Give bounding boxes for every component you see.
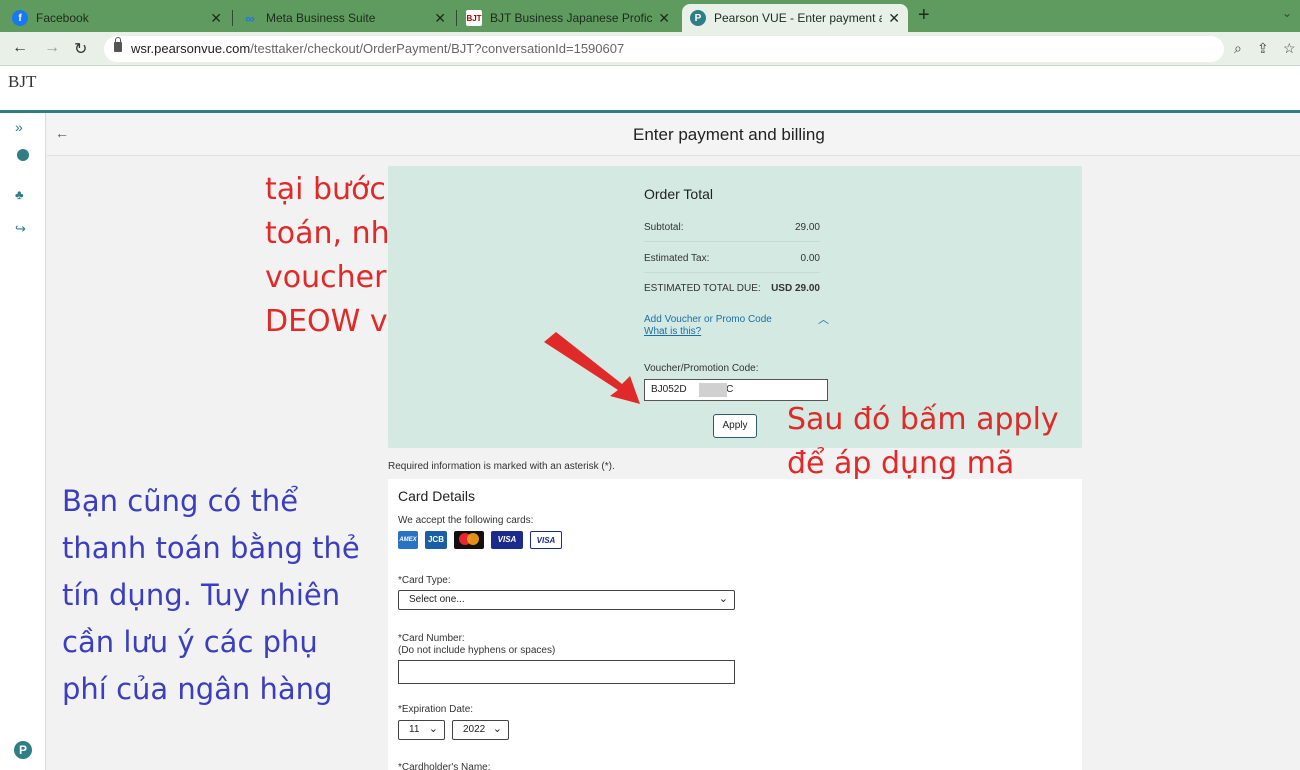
visa-debit-icon: VISA [530,531,562,549]
close-icon[interactable]: ✕ [210,10,222,27]
page-title: Enter payment and billing [633,125,825,144]
total-row: ESTIMATED TOTAL DUE: USD 29.00 [644,283,820,294]
tab-facebook[interactable]: f Facebook ✕ [4,4,230,32]
chevron-down-icon: ⌄ [428,723,438,735]
required-note: Required information is marked with an a… [388,461,615,472]
lock-icon [114,37,122,52]
red-arrow-icon [544,332,640,404]
pearson-logo-icon[interactable]: P [14,741,32,759]
pearson-icon: P [690,10,706,26]
tab-label: Pearson VUE - Enter payment and [714,11,883,25]
close-icon[interactable]: ✕ [658,10,670,27]
left-nav: » ♣ ↪ P [0,113,46,770]
add-voucher-link[interactable]: Add Voucher or Promo Code [644,314,772,325]
card-number-label: *Card Number: [398,633,465,644]
expiration-month-select[interactable]: 11 ⌄ [398,720,445,740]
mastercard-icon [454,531,484,549]
tab-pearson-vue[interactable]: P Pearson VUE - Enter payment and ✕ [682,4,908,32]
url-text: wsr.pearsonvue.com/testtaker/checkout/Or… [131,41,625,56]
zoom-icon[interactable]: ⌕ [1234,40,1242,57]
cardholder-name-label: *Cardholder's Name: [398,762,491,770]
chevron-up-icon[interactable]: ︿ [818,311,829,327]
user-icon[interactable] [17,149,29,161]
expiration-year-select[interactable]: 2022 ⌄ [452,720,509,740]
card-type-select[interactable]: Select one... ⌄ [398,590,735,610]
site-header: BJT [0,66,1300,113]
url-input[interactable]: wsr.pearsonvue.com/testtaker/checkout/Or… [104,36,1224,62]
meta-icon: ∞ [245,10,255,26]
page-title-bar: ← Enter payment and billing [47,113,1300,156]
bjt-favicon: BJT [466,10,482,26]
card-number-input[interactable] [398,660,735,684]
chevron-down-icon: ⌄ [492,723,502,735]
address-bar: ← → ↻ wsr.pearsonvue.com/testtaker/check… [0,32,1300,66]
visa-icon: VISA [491,531,523,549]
browser-tab-strip: f Facebook ✕ ∞ Meta Business Suite ✕ BJT… [0,0,1300,32]
sign-out-icon[interactable]: ↪ [15,221,26,237]
expiration-label: *Expiration Date: [398,704,474,715]
facebook-icon: f [12,10,28,26]
back-arrow-icon[interactable]: ← [12,39,28,57]
bookmark-star-icon[interactable]: ☆ [1283,40,1296,57]
back-arrow-icon[interactable]: ← [55,125,69,141]
close-icon[interactable]: ✕ [888,10,900,27]
card-details-panel: Card Details We accept the following car… [388,479,1082,770]
apply-button[interactable]: Apply [713,414,757,438]
order-total-title: Order Total [644,186,713,202]
tab-label: Meta Business Suite [266,11,376,25]
expand-icon[interactable]: » [15,119,23,135]
jcb-icon: JCB [425,531,447,549]
close-icon[interactable]: ✕ [434,10,446,27]
reload-icon[interactable]: ↻ [74,39,87,59]
tax-value: 0.00 [800,253,820,264]
bjt-logo[interactable]: BJT [8,72,36,92]
amex-icon: AMEX [398,531,418,549]
redaction-mask [699,383,727,397]
card-details-title: Card Details [398,488,476,504]
accept-cards-text: We accept the following cards: [398,515,534,526]
forward-arrow-icon[interactable]: → [44,39,60,57]
share-icon[interactable]: ⇪ [1257,40,1269,57]
tab-label: Facebook [36,11,89,25]
sitemap-icon[interactable]: ♣ [15,187,24,202]
voucher-label: Voucher/Promotion Code: [644,363,759,374]
what-is-this-link[interactable]: What is this? [644,326,701,337]
subtotal-row: Subtotal: 29.00 [644,222,820,242]
tab-meta-business-suite[interactable]: ∞ Meta Business Suite ✕ [234,4,454,32]
tab-bjt[interactable]: BJT BJT Business Japanese Proficiency ✕ [458,4,678,32]
new-tab-icon[interactable]: + [918,4,930,27]
chevron-down-icon: ⌄ [718,593,728,605]
tab-search-icon[interactable]: ⌄ [1282,6,1292,20]
tax-row: Estimated Tax: 0.00 [644,253,820,273]
tab-label: BJT Business Japanese Proficiency [490,11,653,25]
subtotal-value: 29.00 [794,222,820,233]
card-number-hint: (Do not include hyphens or spaces) [398,645,556,656]
annotation-card-hint: Bạn cũng có thể thanh toán bằng thẻ tín … [62,484,360,706]
annotation-apply-hint: Sau đó bấm apply để áp dụng mã [787,402,1059,481]
card-type-label: *Card Type: [398,575,451,586]
total-value: USD 29.00 [771,283,820,294]
